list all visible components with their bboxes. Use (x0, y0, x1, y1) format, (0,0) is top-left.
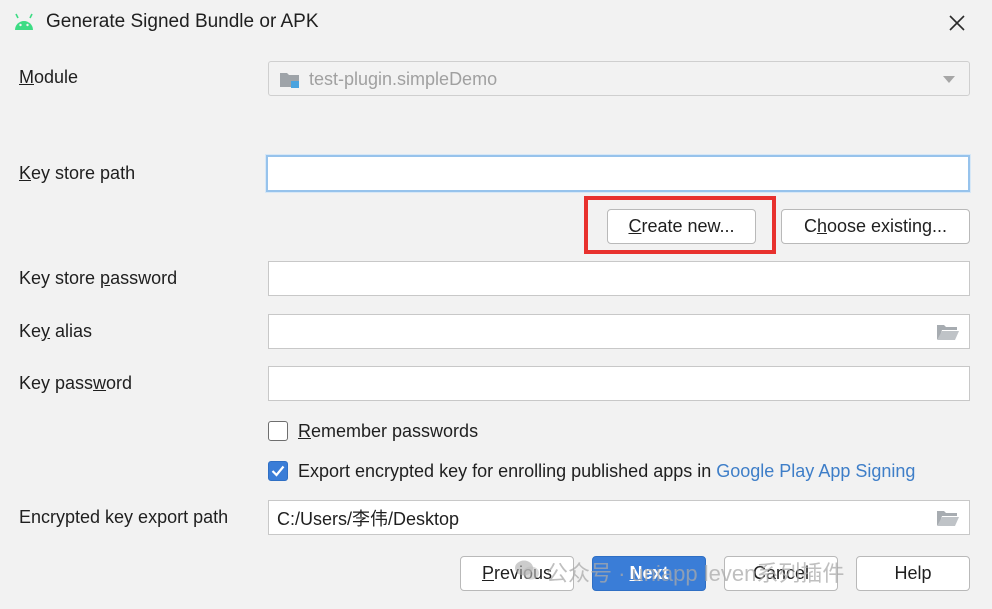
key-password-label-rest: ord (106, 373, 133, 393)
choose-existing-button[interactable]: Ch oose existing... (781, 209, 970, 244)
previous-hotkey: P (481, 563, 494, 583)
key-password-label-pre: Key pass (19, 373, 94, 393)
wechat-icon (515, 560, 539, 580)
keystore-path-input[interactable] (268, 157, 968, 190)
chevron-down-icon (943, 76, 955, 83)
keystore-path-label: Key store path (19, 163, 135, 184)
key-alias-hotkey: y (41, 321, 51, 341)
export-path-label: Encrypted key export path (19, 507, 229, 527)
keystore-path-label-rest: ey store path (31, 163, 136, 183)
checkmark-icon (271, 465, 285, 477)
keystore-path-hotkey: K (19, 163, 32, 183)
folder-browse-icon[interactable] (936, 323, 960, 341)
android-icon (15, 13, 33, 30)
folder-browse-icon[interactable] (936, 509, 960, 527)
create-new-button[interactable]: Create new... (607, 209, 756, 244)
key-password-field[interactable] (268, 366, 970, 401)
create-new-hotkey: C (628, 216, 642, 236)
module-folder-icon (280, 73, 299, 88)
module-value: test-plugin.simpleDemo (309, 69, 498, 89)
close-icon (949, 15, 965, 31)
remember-passwords-checkbox[interactable] (268, 421, 288, 441)
watermark-text: 公众号 · uniapp leven系列插件 (546, 561, 845, 586)
remember-hotkey: R (298, 421, 311, 441)
keystore-password-label-rest: assword (110, 268, 178, 288)
google-play-signing-link[interactable]: Google Play App Signing (716, 461, 915, 481)
export-key-checkbox[interactable] (268, 461, 288, 481)
key-alias-label-pre: Ke (19, 321, 42, 341)
keystore-password-hotkey: p (100, 268, 111, 288)
keystore-password-field[interactable] (268, 261, 970, 296)
close-button[interactable] (944, 10, 970, 36)
export-key-label[interactable]: Export encrypted key for enrolling publi… (298, 461, 915, 482)
choose-existing-hotkey: h (816, 216, 827, 236)
key-password-input[interactable] (269, 367, 969, 400)
module-label-hotkey: M (19, 67, 34, 87)
remember-passwords-label[interactable]: Remember passwords (298, 421, 478, 442)
choose-existing-label: oose existing... (826, 216, 948, 236)
help-button[interactable]: Help (856, 556, 970, 591)
key-password-label: Key password (19, 373, 132, 394)
keystore-path-field[interactable] (266, 155, 970, 192)
module-label: Module (19, 67, 78, 88)
keystore-password-input[interactable] (269, 262, 969, 295)
key-alias-label: Key alias (19, 321, 92, 342)
key-alias-label-rest: alias (50, 321, 93, 341)
create-new-label: reate new... (641, 216, 735, 236)
export-path-input[interactable] (269, 501, 969, 534)
export-path-field[interactable] (268, 500, 970, 535)
module-select[interactable]: test-plugin.simpleDemo (268, 61, 970, 96)
key-alias-input[interactable] (269, 315, 969, 348)
window-title: Generate Signed Bundle or APK (46, 11, 319, 32)
key-alias-field[interactable] (268, 314, 970, 349)
help-label: Help (894, 563, 932, 583)
export-key-text: Export encrypted key for enrolling publi… (298, 461, 717, 481)
key-password-hotkey: w (93, 373, 107, 393)
remember-label-rest: emember passwords (311, 421, 479, 441)
keystore-password-label-pre: Key store (19, 268, 101, 288)
choose-existing-pre: C (803, 216, 817, 236)
module-label-rest: odule (34, 67, 79, 87)
title-bar: Generate Signed Bundle or APK (0, 0, 992, 46)
keystore-password-label: Key store password (19, 268, 177, 289)
